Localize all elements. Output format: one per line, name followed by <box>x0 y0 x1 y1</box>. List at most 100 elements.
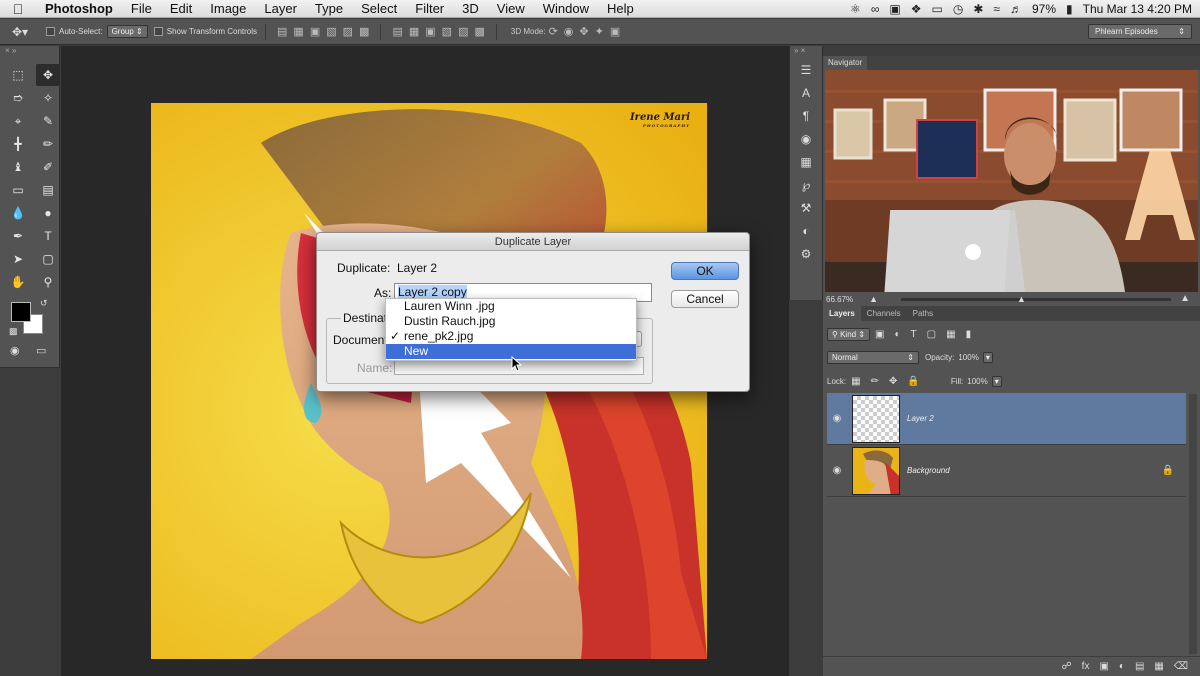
eraser-tool-icon[interactable]: ▭ <box>6 179 30 201</box>
align-hcenter-icon[interactable]: ▨ <box>343 25 353 38</box>
layer-style-icon[interactable]: fx <box>1082 661 1090 672</box>
zoom-out-icon[interactable]: ▲ <box>869 294 878 304</box>
popup-option-dustin-rauch[interactable]: Dustin Rauch.jpg <box>386 314 636 329</box>
fill-dropdown[interactable]: ▾ <box>991 375 1002 387</box>
screen-record-icon[interactable]: ▣ <box>889 2 900 16</box>
menu-layer[interactable]: Layer <box>255 1 306 16</box>
bluetooth-icon[interactable]: ✱ <box>973 2 983 16</box>
menu-view[interactable]: View <box>488 1 534 16</box>
cancel-button[interactable]: Cancel <box>671 290 739 308</box>
clock[interactable]: Thu Mar 13 4:20 PM <box>1083 2 1192 16</box>
lasso-tool-icon[interactable]: ➱ <box>6 87 30 109</box>
tool-presets-panel-icon[interactable]: ⚒ <box>790 196 822 219</box>
hand-tool-icon[interactable]: ✋ <box>6 271 30 293</box>
time-machine-icon[interactable]: ◷ <box>953 2 963 16</box>
screen-mode-icon[interactable]: ▭ <box>36 344 46 357</box>
tab-channels[interactable]: Channels <box>861 306 907 321</box>
zoom-slider-thumb[interactable]: ▲ <box>1017 294 1026 304</box>
align-vcenter-icon[interactable]: ▦ <box>293 25 303 38</box>
marquee-tool-icon[interactable]: ⬚ <box>6 64 30 86</box>
align-top-icon[interactable]: ▤ <box>277 25 287 38</box>
blur-tool-icon[interactable]: 💧 <box>6 202 30 224</box>
path-selection-tool-icon[interactable]: ➤ <box>6 248 30 270</box>
3d-scale-icon[interactable]: ▣ <box>610 25 620 38</box>
menu-select[interactable]: Select <box>352 1 406 16</box>
wifi-icon[interactable]: ≈ <box>993 2 1000 16</box>
3d-slide-icon[interactable]: ✦ <box>595 25 604 38</box>
menu-image[interactable]: Image <box>201 1 255 16</box>
menu-help[interactable]: Help <box>598 1 643 16</box>
lock-pixels-icon[interactable]: ✏ <box>871 376 879 387</box>
layer-name[interactable]: Background <box>907 466 950 475</box>
3d-rotate-icon[interactable]: ⟳ <box>549 25 558 38</box>
menu-window[interactable]: Window <box>534 1 598 16</box>
new-layer-icon[interactable]: ▦ <box>1154 661 1163 672</box>
auto-select-checkbox[interactable] <box>46 27 55 36</box>
tab-paths[interactable]: Paths <box>907 306 939 321</box>
swap-colors-icon[interactable]: ↺ <box>40 298 48 309</box>
zoom-slider[interactable] <box>901 298 1171 301</box>
distribute-vcenter-icon[interactable]: ▦ <box>409 25 419 38</box>
navigator-zoom[interactable]: 66.67% <box>826 295 853 304</box>
opacity-dropdown[interactable]: ▾ <box>982 351 993 363</box>
move-tool-icon[interactable]: ✥ <box>36 64 60 86</box>
distribute-left-icon[interactable]: ▧ <box>442 25 452 38</box>
distribute-right-icon[interactable]: ▩ <box>474 25 484 38</box>
type-tool-icon[interactable]: T <box>36 225 60 247</box>
adjustments-panel-icon[interactable]: ◉ <box>790 127 822 150</box>
tab-navigator[interactable]: Navigator <box>823 56 868 70</box>
adjustment-layer-icon[interactable]: ◐ <box>1119 661 1125 672</box>
popup-option-lauren-winn[interactable]: Lauren Winn .jpg <box>386 299 636 314</box>
filter-shape-icon[interactable]: ▢ <box>927 329 936 340</box>
magic-wand-tool-icon[interactable]: ✧ <box>36 87 60 109</box>
pen-tool-icon[interactable]: ✒ <box>6 225 30 247</box>
apple-icon[interactable]:  <box>0 1 36 17</box>
lock-all-icon[interactable]: 🔒 <box>907 376 919 387</box>
menu-3d[interactable]: 3D <box>453 1 488 16</box>
align-bottom-icon[interactable]: ▣ <box>310 25 320 38</box>
3d-roll-icon[interactable]: ◉ <box>564 25 574 38</box>
shape-tool-icon[interactable]: ▢ <box>36 248 60 270</box>
visibility-eye-icon[interactable]: ◉ <box>827 465 847 476</box>
eyedropper-tool-icon[interactable]: ✎ <box>36 110 60 132</box>
foreground-color-swatch[interactable] <box>11 302 31 322</box>
menu-filter[interactable]: Filter <box>406 1 453 16</box>
icon-column-header[interactable]: » × <box>790 46 822 58</box>
filter-adjustment-icon[interactable]: ◐ <box>895 329 901 340</box>
workspace-dropdown[interactable]: Phlearn Episodes ⇕ <box>1088 24 1192 39</box>
distribute-hcenter-icon[interactable]: ▨ <box>458 25 468 38</box>
dropbox-icon[interactable]: ❖ <box>911 2 922 16</box>
menu-file[interactable]: File <box>122 1 161 16</box>
filter-toggle-icon[interactable]: ▮ <box>966 329 972 340</box>
history-panel-icon[interactable]: ☰ <box>790 58 822 81</box>
navigator-preview[interactable] <box>825 70 1198 292</box>
battery-icon[interactable]: ▮ <box>1066 2 1073 16</box>
menu-app-name[interactable]: Photoshop <box>36 1 122 16</box>
layer-row-layer-2[interactable]: ◉ Layer 2 <box>827 393 1186 445</box>
color-panel-icon[interactable]: ◐ <box>790 219 822 242</box>
brush-tool-icon[interactable]: ✏ <box>36 133 60 155</box>
ok-button[interactable]: OK <box>671 262 739 280</box>
show-transform-checkbox[interactable] <box>153 27 163 36</box>
filter-smart-object-icon[interactable]: ▦ <box>946 329 955 340</box>
default-colors-icon[interactable]: ▩ <box>9 326 18 337</box>
delete-layer-icon[interactable]: ⌫ <box>1174 661 1188 672</box>
3d-drag-icon[interactable]: ✥ <box>579 25 588 38</box>
lock-position-icon[interactable]: ✥ <box>889 376 897 387</box>
distribute-top-icon[interactable]: ▤ <box>392 25 402 38</box>
lock-transparent-icon[interactable]: ▦ <box>851 376 860 387</box>
menu-edit[interactable]: Edit <box>161 1 201 16</box>
move-tool-preset-icon[interactable]: ✥▾ <box>0 25 40 39</box>
airplay-icon[interactable]: ▭ <box>931 2 942 16</box>
layer-row-background[interactable]: ◉ Background 🔒 <box>827 445 1186 497</box>
creative-cloud-icon[interactable]: ∞ <box>871 2 880 16</box>
filter-pixel-icon[interactable]: ▣ <box>875 329 884 340</box>
healing-brush-tool-icon[interactable]: ╋ <box>6 133 30 155</box>
popup-option-rene-pk2[interactable]: ✓ rene_pk2.jpg <box>386 329 636 344</box>
blend-mode-dropdown[interactable]: Normal ⇕ <box>827 350 919 364</box>
zoom-in-icon[interactable]: ▲ <box>1180 293 1190 304</box>
menu-type[interactable]: Type <box>306 1 352 16</box>
swatches-panel-icon[interactable]: ▦ <box>790 150 822 173</box>
auto-select-dropdown[interactable]: Group ⇕ <box>106 25 148 38</box>
link-layers-icon[interactable]: ☍ <box>1062 661 1072 672</box>
